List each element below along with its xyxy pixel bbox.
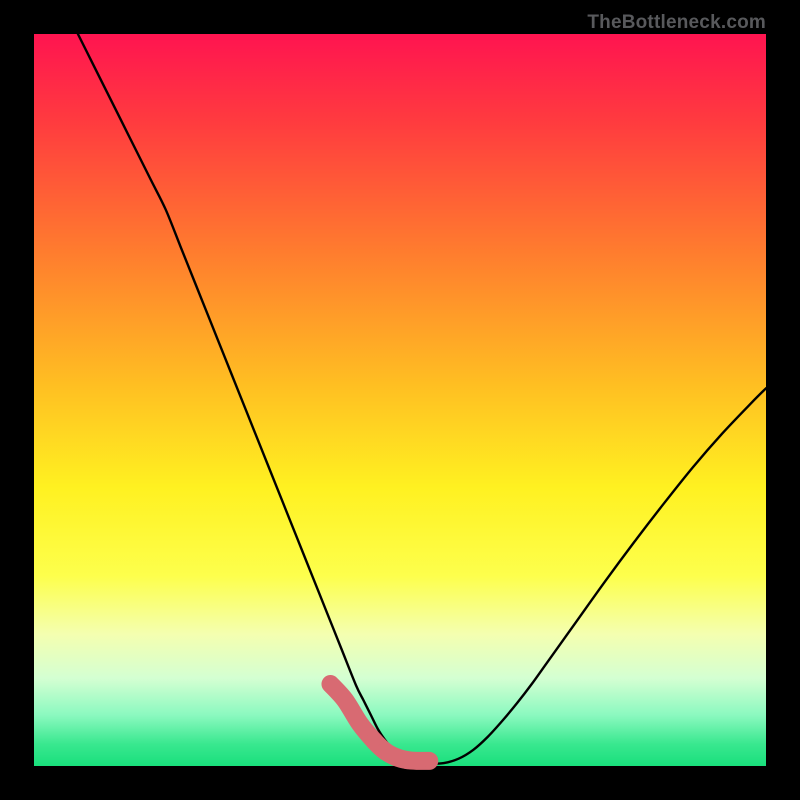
plot-area	[34, 34, 766, 766]
minimum-marker	[324, 678, 336, 690]
chart-svg	[34, 34, 766, 766]
watermark-text: TheBottleneck.com	[587, 12, 766, 34]
chart-frame: TheBottleneck.com	[0, 0, 800, 800]
minimum-marker	[422, 754, 436, 768]
minimum-marker	[352, 716, 368, 732]
minimum-marker	[338, 693, 352, 707]
bottleneck-curve	[78, 34, 766, 764]
